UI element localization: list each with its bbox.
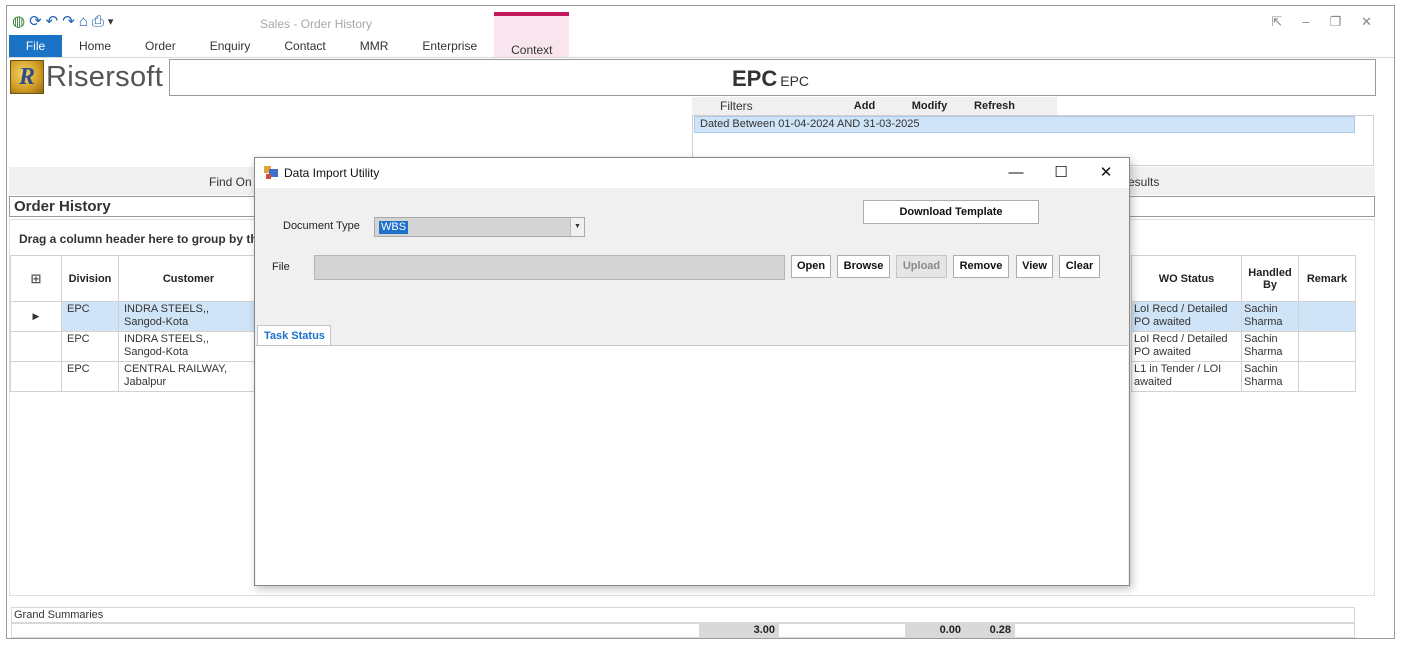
group-by-hint: Drag a column header here to group by th	[19, 232, 258, 246]
upload-button[interactable]: Upload	[896, 255, 947, 278]
table-row[interactable]: LoI Recd / Detailed PO awaited Sachin Sh…	[1131, 301, 1356, 332]
order-history-grid-right: WO Status Handled By Remark LoI Recd / D…	[1131, 255, 1356, 392]
task-status-panel	[256, 345, 1128, 585]
cell-wo-status[interactable]: L1 in Tender / LOI awaited	[1131, 361, 1242, 392]
cell-remark[interactable]	[1298, 301, 1356, 332]
column-header-division[interactable]: Division	[61, 255, 119, 302]
data-import-dialog: Data Import Utility — ☐ ✕ Document Type …	[254, 157, 1130, 586]
dialog-close-icon[interactable]: ✕	[1091, 162, 1121, 184]
logo-text: Risersoft	[46, 60, 164, 93]
view-button[interactable]: View	[1016, 255, 1053, 278]
column-header-remark[interactable]: Remark	[1298, 255, 1356, 302]
browse-button[interactable]: Browse	[837, 255, 890, 278]
app-icon[interactable]: ◍	[12, 14, 25, 30]
cell-handled-by[interactable]: Sachin Sharma	[1241, 361, 1299, 392]
tab-order[interactable]: Order	[128, 35, 193, 57]
restore-ribbon-icon[interactable]: ⇱	[1271, 14, 1282, 30]
home-icon[interactable]: ⌂	[79, 14, 88, 30]
dialog-minimize-icon[interactable]: —	[1001, 162, 1031, 184]
window-controls: ⇱ – ❐ ✕	[1271, 14, 1372, 30]
clear-button[interactable]: Clear	[1059, 255, 1100, 278]
table-row[interactable]: EPC INDRA STEELS,, Sangod-Kota	[10, 331, 259, 362]
grand-summaries-row	[11, 623, 1355, 638]
document-type-label: Document Type	[283, 220, 360, 232]
filters-toolbar: Filters Add Modify Refresh	[692, 97, 1057, 115]
dialog-maximize-icon[interactable]: ☐	[1046, 162, 1076, 184]
find-on-label: Find On	[209, 175, 252, 189]
row-indicator	[10, 331, 62, 362]
restore-icon[interactable]: ❐	[1329, 14, 1341, 30]
dialog-app-icon	[264, 166, 278, 179]
remove-button[interactable]: Remove	[953, 255, 1009, 278]
file-path-field[interactable]	[314, 255, 785, 280]
window-title: Sales - Order History	[260, 17, 373, 31]
ribbon-divider	[7, 57, 1394, 58]
refresh-icon[interactable]: ⟳	[29, 14, 42, 30]
row-indicator	[10, 361, 62, 392]
tab-context[interactable]: Context	[494, 12, 570, 57]
print-icon[interactable]: ⎙	[92, 14, 104, 30]
add-filter-button[interactable]: Add	[832, 97, 897, 115]
table-row[interactable]: EPC CENTRAL RAILWAY, Jabalpur	[10, 361, 259, 392]
dialog-title: Data Import Utility	[284, 166, 380, 180]
page-title: EPC EPC	[732, 66, 809, 92]
dialog-titlebar: Data Import Utility — ☐ ✕	[255, 158, 1129, 188]
summary-value: 3.00	[699, 623, 779, 638]
tab-mmr[interactable]: MMR	[343, 35, 406, 57]
summary-value: 0.28	[965, 623, 1015, 638]
table-row[interactable]: LoI Recd / Detailed PO awaited Sachin Sh…	[1131, 331, 1356, 362]
filters-label: Filters	[720, 99, 753, 113]
redo-icon[interactable]: ↷	[62, 14, 75, 30]
tab-home[interactable]: Home	[62, 35, 128, 57]
cell-remark[interactable]	[1298, 331, 1356, 362]
tab-enquiry[interactable]: Enquiry	[193, 35, 268, 57]
page-subtitle: EPC	[780, 73, 810, 89]
page-title-main: EPC	[732, 66, 778, 91]
column-header-handled-by[interactable]: Handled By	[1241, 255, 1299, 302]
document-type-select[interactable]: WBS ▼	[374, 217, 585, 237]
grand-summaries-label: Grand Summaries	[11, 607, 1355, 623]
cell-customer[interactable]: CENTRAL RAILWAY, Jabalpur	[118, 361, 259, 392]
tab-file[interactable]: File	[9, 35, 62, 57]
modify-filter-button[interactable]: Modify	[897, 97, 962, 115]
results-label: esults	[1128, 175, 1160, 189]
document-type-value: WBS	[379, 221, 409, 234]
refresh-filter-button[interactable]: Refresh	[962, 97, 1027, 115]
logo: R Risersoft	[10, 59, 165, 95]
tab-contact[interactable]: Contact	[267, 35, 342, 57]
open-button[interactable]: Open	[791, 255, 831, 278]
cell-handled-by[interactable]: Sachin Sharma	[1241, 301, 1299, 332]
qat-dropdown-icon[interactable]: ▾	[108, 14, 114, 30]
cell-customer[interactable]: INDRA STEELS,, Sangod-Kota	[118, 331, 259, 362]
column-header-customer[interactable]: Customer	[118, 255, 259, 302]
minimize-icon[interactable]: –	[1302, 14, 1309, 30]
cell-customer[interactable]: INDRA STEELS,, Sangod-Kota	[118, 301, 259, 332]
chevron-down-icon[interactable]: ▼	[570, 218, 584, 236]
grid-column-chooser-icon[interactable]: ⊞	[10, 255, 62, 302]
order-history-grid: ⊞ Division Customer ▶ EPC INDRA STEELS,,…	[10, 255, 259, 392]
row-indicator-icon: ▶	[10, 301, 62, 332]
cell-remark[interactable]	[1298, 361, 1356, 392]
file-label: File	[272, 261, 290, 273]
summary-value: 0.00	[905, 623, 965, 638]
cell-division[interactable]: EPC	[61, 301, 119, 332]
column-header-wo-status[interactable]: WO Status	[1131, 255, 1242, 302]
table-row[interactable]: ▶ EPC INDRA STEELS,, Sangod-Kota	[10, 301, 259, 332]
download-template-button[interactable]: Download Template	[863, 200, 1039, 224]
table-row[interactable]: L1 in Tender / LOI awaited Sachin Sharma	[1131, 361, 1356, 392]
logo-mark-icon: R	[10, 60, 44, 94]
undo-icon[interactable]: ↶	[46, 14, 59, 30]
cell-division[interactable]: EPC	[61, 331, 119, 362]
tab-enterprise[interactable]: Enterprise	[405, 35, 494, 57]
ribbon-tabs: File Home Order Enquiry Contact MMR Ente…	[9, 12, 570, 57]
quick-access-toolbar: ◍ ⟳ ↶ ↷ ⌂ ⎙ ▾	[12, 14, 113, 30]
cell-division[interactable]: EPC	[61, 361, 119, 392]
cell-wo-status[interactable]: LoI Recd / Detailed PO awaited	[1131, 331, 1242, 362]
cell-handled-by[interactable]: Sachin Sharma	[1241, 331, 1299, 362]
tab-task-status[interactable]: Task Status	[257, 325, 331, 346]
close-icon[interactable]: ✕	[1361, 14, 1372, 30]
filter-item[interactable]: Dated Between 01-04-2024 AND 31-03-2025	[694, 116, 1355, 133]
cell-wo-status[interactable]: LoI Recd / Detailed PO awaited	[1131, 301, 1242, 332]
